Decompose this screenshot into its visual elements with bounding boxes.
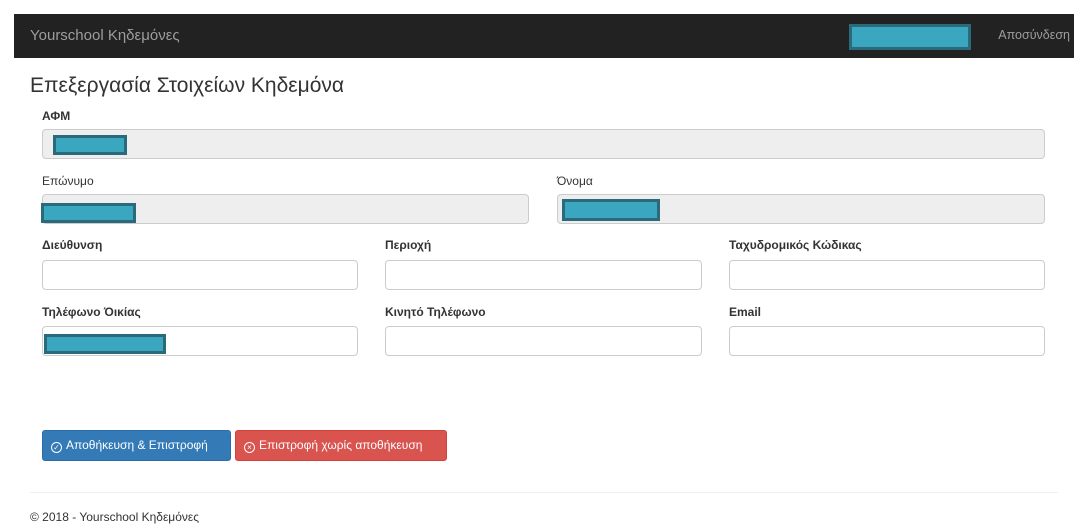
return-without-saving-button[interactable]: × Επιστροφή χωρίς αποθήκευση: [235, 430, 447, 461]
email-input[interactable]: [729, 326, 1045, 356]
postal-code-label: Ταχυδρομικός Κώδικας: [729, 238, 862, 252]
save-button-label: Αποθήκευση & Επιστροφή: [66, 438, 208, 452]
email-label: Email: [729, 305, 762, 319]
footer-text: © 2018 - Yourschool Κηδεμόνες: [30, 510, 200, 524]
home-phone-input[interactable]: [42, 326, 358, 356]
address-input[interactable]: [42, 260, 358, 290]
check-circle-icon: ✓: [51, 442, 62, 453]
name-field[interactable]: [557, 194, 1045, 224]
save-and-return-button[interactable]: ✓ Αποθήκευση & Επιστροφή: [42, 430, 231, 461]
footer-divider: [30, 492, 1058, 493]
home-phone-value-redacted: [44, 334, 166, 354]
postal-code-input[interactable]: [729, 260, 1045, 290]
afm-label: ΑΦΜ: [42, 109, 71, 123]
mobile-input[interactable]: [385, 326, 702, 356]
area-input[interactable]: [385, 260, 702, 290]
brand-link[interactable]: Yourschool Κηδεμόνες: [30, 27, 180, 44]
home-phone-label: Τηλέφωνο Όικίας: [42, 305, 141, 319]
surname-value-redacted: [41, 203, 136, 223]
mobile-label: Κινητό Τηλέφωνο: [385, 305, 486, 319]
page-title: Επεξεργασία Στοιχείων Κηδεμόνα: [30, 74, 345, 97]
user-account-redacted[interactable]: [849, 24, 971, 50]
logout-link[interactable]: Αποσύνδεση: [998, 28, 1070, 42]
x-circle-icon: ×: [244, 442, 255, 453]
name-label: Όνομα: [557, 174, 593, 188]
address-label: Διεύθυνση: [42, 238, 103, 252]
afm-value-redacted: [53, 135, 127, 155]
cancel-button-label: Επιστροφή χωρίς αποθήκευση: [259, 438, 423, 452]
surname-field[interactable]: [41, 194, 529, 224]
afm-field[interactable]: [42, 129, 1045, 159]
surname-label: Επώνυμο: [42, 174, 94, 188]
area-label: Περιοχή: [385, 238, 432, 252]
top-navbar: Yourschool Κηδεμόνες Αποσύνδεση: [14, 14, 1074, 58]
name-value-redacted: [562, 199, 660, 221]
